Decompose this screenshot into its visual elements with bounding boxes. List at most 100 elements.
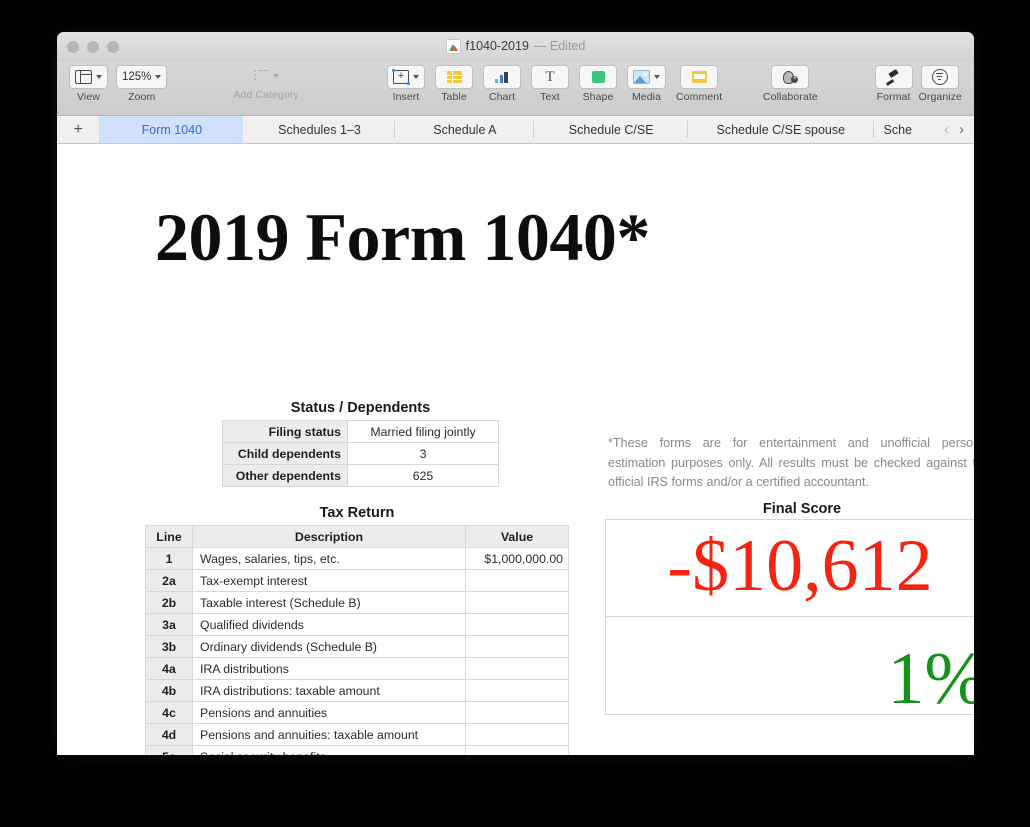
- tax-row-value[interactable]: [465, 723, 569, 746]
- table-row[interactable]: 3b Ordinary dividends (Schedule B): [145, 635, 569, 658]
- text-button[interactable]: T Text: [531, 65, 569, 103]
- table-row[interactable]: Other dependents 625: [222, 464, 499, 487]
- organize-icon: [932, 69, 949, 85]
- table-button[interactable]: Table: [435, 65, 473, 103]
- toolbar-left-group: View 125% Zoom Add Category: [69, 65, 299, 103]
- tax-row-line: 2a: [145, 569, 193, 592]
- table-icon: [446, 71, 462, 83]
- status-row-value[interactable]: 625: [347, 464, 499, 487]
- sheet-tab-schedule-c-se[interactable]: Schedule C/SE: [534, 116, 689, 143]
- shape-icon: [591, 71, 605, 83]
- table-label: Table: [441, 91, 467, 103]
- sheet-tab-schedule-c-se-spouse[interactable]: Schedule C/SE spouse: [688, 116, 874, 143]
- tax-row-value[interactable]: [465, 591, 569, 614]
- insert-label: Insert: [392, 91, 420, 103]
- insert-button[interactable]: + Insert: [387, 65, 425, 103]
- toolbar: View 125% Zoom Add Category + Insert Tab…: [57, 61, 974, 116]
- table-row[interactable]: Child dependents 3: [222, 442, 499, 465]
- tax-row-line: 3b: [145, 635, 193, 658]
- tax-row-value[interactable]: $1,000,000.00: [465, 547, 569, 570]
- comment-label: Comment: [676, 91, 723, 103]
- add-sheet-button[interactable]: +: [57, 116, 101, 143]
- next-sheet-button[interactable]: ›: [959, 122, 964, 137]
- zoom-level-value: 125%: [122, 71, 152, 83]
- tax-row-description: Pensions and annuities: [192, 701, 466, 724]
- table-row[interactable]: 1 Wages, salaries, tips, etc. $1,000,000.0…: [145, 547, 569, 570]
- toolbar-right-group: Format Organize: [874, 65, 962, 103]
- chevron-down-icon: [272, 74, 279, 78]
- chevron-down-icon: [155, 75, 162, 79]
- tax-row-line: 4a: [145, 657, 193, 680]
- final-score-box[interactable]: -$10,612 1%: [605, 519, 974, 716]
- status-row-value[interactable]: Married filing jointly: [347, 420, 499, 443]
- table-row[interactable]: 3a Qualified dividends: [145, 613, 569, 636]
- comment-button[interactable]: Comment: [676, 65, 722, 103]
- sheet-tab-truncated[interactable]: Sche: [874, 116, 934, 143]
- collaborate-button[interactable]: + Collaborate: [763, 65, 818, 103]
- title-bar: f1040-2019 — Edited: [57, 32, 974, 61]
- chevron-down-icon: [96, 75, 102, 79]
- media-label: Media: [631, 91, 662, 103]
- table-row[interactable]: 4d Pensions and annuities: taxable amount: [145, 723, 569, 746]
- tax-row-value[interactable]: [465, 701, 569, 724]
- status-dependents-table[interactable]: Filing status Married filing jointly Chi…: [222, 420, 499, 487]
- format-icon: [886, 68, 901, 86]
- tax-row-value[interactable]: [465, 613, 569, 636]
- toolbar-collaborate-group: + Collaborate: [763, 65, 818, 103]
- chart-button[interactable]: Chart: [483, 65, 521, 103]
- tax-row-line: 4b: [145, 679, 193, 702]
- final-score-percent[interactable]: 1%: [606, 617, 974, 716]
- final-score-amount[interactable]: -$10,612: [606, 520, 974, 617]
- zoom-button[interactable]: 125% Zoom: [116, 65, 168, 103]
- column-header-value: Value: [465, 525, 569, 548]
- table-row[interactable]: 5aSocial security benefits: [145, 745, 569, 755]
- insert-icon: +: [392, 69, 410, 85]
- format-label: Format: [876, 91, 911, 103]
- tax-row-value[interactable]: [465, 569, 569, 592]
- view-button[interactable]: View: [69, 65, 108, 103]
- text-label: Text: [540, 91, 560, 103]
- sheet-tab-form-1040[interactable]: Form 1040: [100, 116, 244, 143]
- tax-row-description: Ordinary dividends (Schedule B): [192, 635, 466, 658]
- sheet-tab-label: Sche: [883, 122, 913, 137]
- table-row[interactable]: 2b Taxable interest (Schedule B): [145, 591, 569, 614]
- tax-row-description: Pensions and annuities: taxable amount: [192, 723, 466, 746]
- column-header-description: Description: [192, 525, 466, 548]
- sheet-tab-label: Form 1040: [141, 122, 203, 137]
- status-row-label: Child dependents: [222, 442, 348, 465]
- media-icon: [633, 70, 650, 84]
- sheet-tab-schedule-a[interactable]: Schedule A: [395, 116, 535, 143]
- tax-row-value[interactable]: [465, 635, 569, 658]
- tax-row-value[interactable]: [465, 657, 569, 680]
- table-row[interactable]: 4b IRA distributions: taxable amount: [145, 679, 569, 702]
- tax-row-description: Wages, salaries, tips, etc.: [192, 547, 466, 570]
- shape-button[interactable]: Shape: [579, 65, 617, 103]
- format-button[interactable]: Format: [874, 65, 913, 103]
- tax-row-value[interactable]: [465, 745, 569, 755]
- previous-sheet-button[interactable]: ‹: [944, 122, 949, 137]
- sheet-tab-label: Schedules 1–3: [278, 122, 361, 137]
- status-row-label: Other dependents: [222, 464, 348, 487]
- spreadsheet-canvas[interactable]: 2019 Form 1040* Status / Dependents Fili…: [57, 144, 974, 755]
- sheet-tab-nav: ‹ ›: [934, 116, 974, 143]
- page-title: 2019 Form 1040*: [155, 199, 650, 275]
- organize-button[interactable]: Organize: [919, 65, 962, 103]
- sheet-tab-label: Schedule C/SE spouse: [716, 122, 846, 137]
- organize-label: Organize: [918, 91, 962, 103]
- shape-label: Shape: [582, 91, 614, 103]
- media-button[interactable]: Media: [627, 65, 666, 103]
- sheet-tab-schedules-1-3[interactable]: Schedules 1–3: [243, 116, 396, 143]
- view-label: View: [77, 91, 100, 103]
- tax-return-table[interactable]: Line Description Value 1 Wages, salaries,…: [145, 525, 569, 755]
- chevron-down-icon: [413, 75, 419, 79]
- tax-row-value[interactable]: [465, 679, 569, 702]
- table-row[interactable]: Filing status Married filing jointly: [222, 420, 499, 443]
- collaborate-icon: +: [782, 71, 799, 84]
- tax-row-line: 4d: [145, 723, 193, 746]
- tax-row-line: 3a: [145, 613, 193, 636]
- tax-row-description: Taxable interest (Schedule B): [192, 591, 466, 614]
- table-row[interactable]: 4c Pensions and annuities: [145, 701, 569, 724]
- status-row-value[interactable]: 3: [347, 442, 499, 465]
- table-row[interactable]: 2a Tax-exempt interest: [145, 569, 569, 592]
- table-row[interactable]: 4a IRA distributions: [145, 657, 569, 680]
